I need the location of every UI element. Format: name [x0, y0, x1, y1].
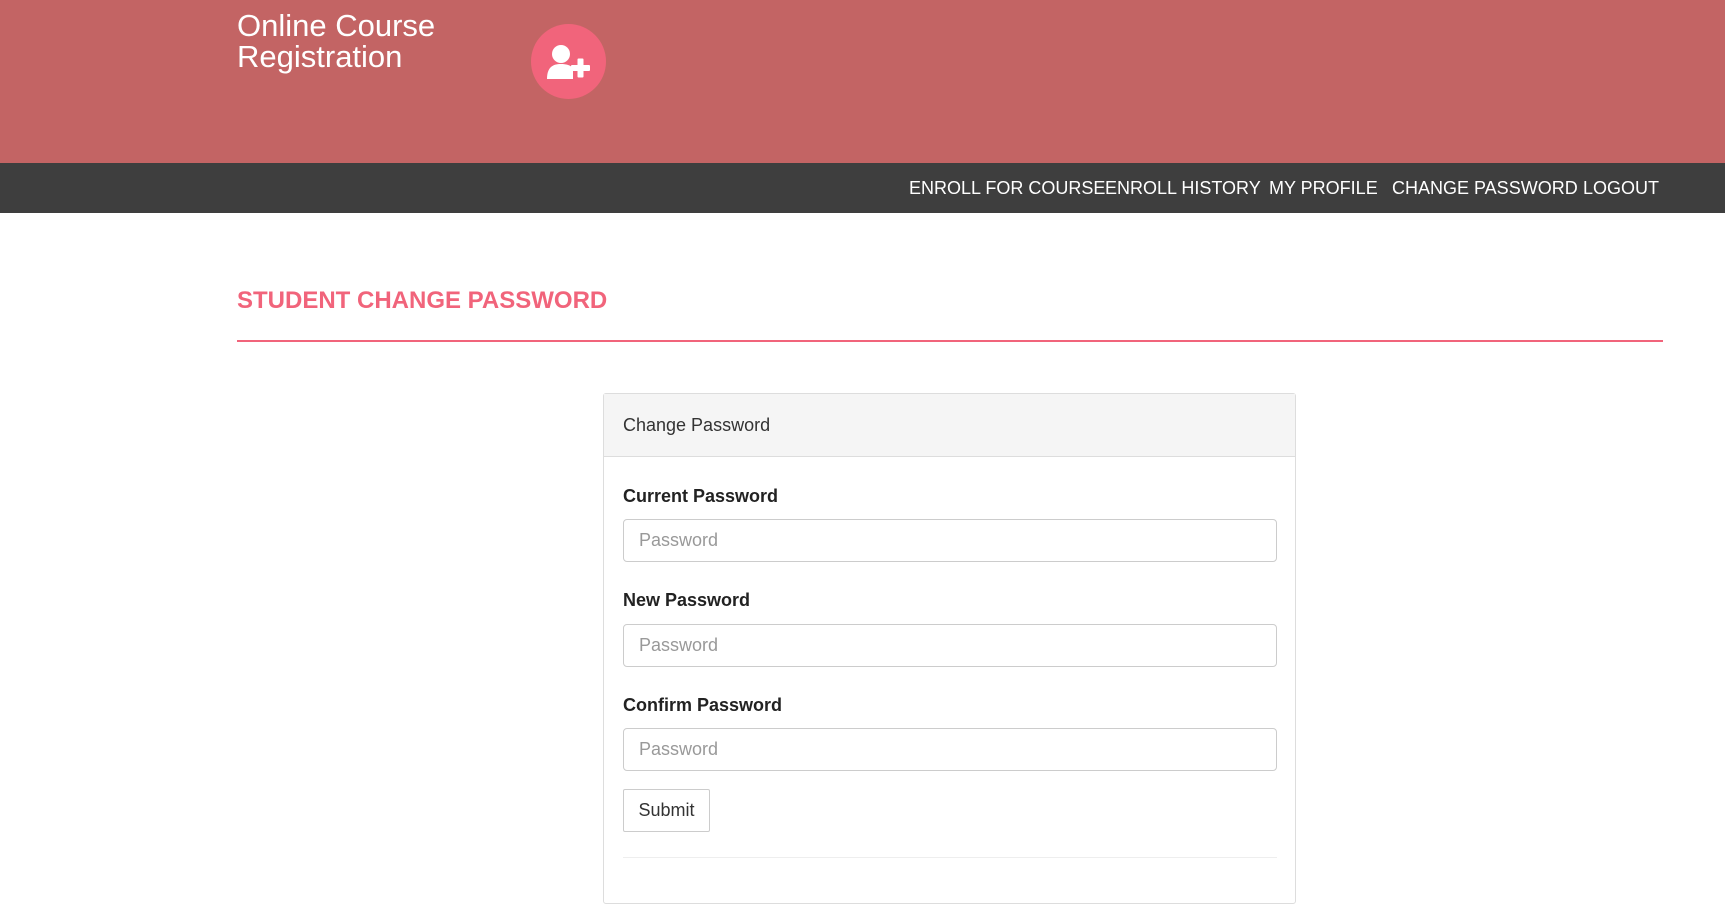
user-plus-icon	[531, 24, 606, 99]
panel-heading: Change Password	[604, 394, 1295, 457]
page-title: STUDENT CHANGE PASSWORD	[237, 287, 608, 314]
nav-my-profile[interactable]: MY PROFILE	[1269, 163, 1378, 213]
nav-logout[interactable]: LOGOUT	[1583, 163, 1659, 213]
nav-enroll-for-course[interactable]: ENROLL FOR COURSE	[909, 163, 1105, 213]
current-password-input[interactable]	[623, 519, 1277, 562]
current-password-label: Current Password	[623, 486, 779, 506]
submit-button[interactable]: Submit	[623, 789, 710, 832]
confirm-password-input[interactable]	[623, 728, 1277, 771]
form-divider	[623, 857, 1277, 858]
site-brand-title[interactable]: Online Course Registration	[237, 10, 497, 72]
new-password-input[interactable]	[623, 624, 1277, 667]
nav-enroll-history[interactable]: ENROLL HISTORY	[1105, 163, 1261, 213]
main-navbar: ENROLL FOR COURSE ENROLL HISTORY MY PROF…	[0, 163, 1725, 213]
site-header: Online Course Registration	[0, 0, 1725, 163]
nav-change-password[interactable]: CHANGE PASSWORD	[1392, 163, 1578, 213]
confirm-password-label: Confirm Password	[623, 695, 783, 715]
new-password-label: New Password	[623, 590, 751, 610]
title-divider	[237, 340, 1663, 342]
change-password-panel: Change Password Current Password New Pas…	[603, 393, 1296, 904]
